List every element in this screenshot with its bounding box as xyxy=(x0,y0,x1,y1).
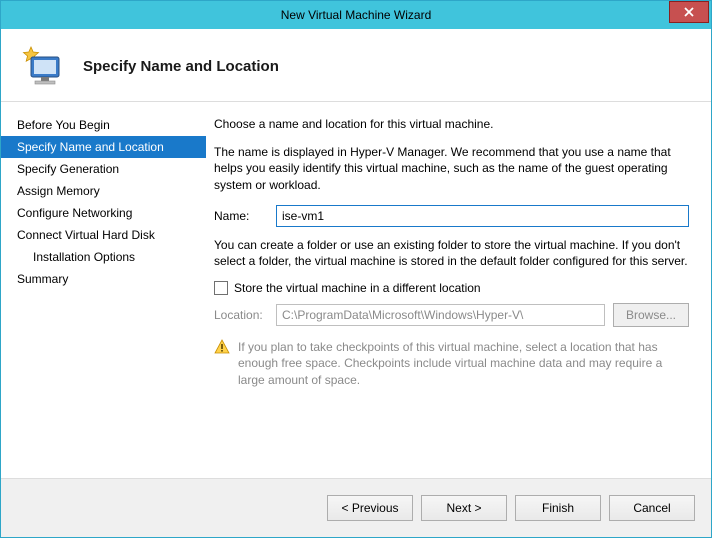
step-summary[interactable]: Summary xyxy=(1,268,206,290)
window-controls xyxy=(669,1,711,23)
warning-text: If you plan to take checkpoints of this … xyxy=(238,339,689,388)
step-connect-vhd[interactable]: Connect Virtual Hard Disk xyxy=(1,224,206,246)
folder-help-text: You can create a folder or use an existi… xyxy=(214,237,689,269)
browse-button: Browse... xyxy=(613,303,689,327)
store-location-row: Store the virtual machine in a different… xyxy=(214,281,689,295)
name-help-text: The name is displayed in Hyper-V Manager… xyxy=(214,144,689,193)
location-row: Location: Browse... xyxy=(214,303,689,327)
step-configure-networking[interactable]: Configure Networking xyxy=(1,202,206,224)
page-title: Specify Name and Location xyxy=(83,58,279,75)
close-icon xyxy=(684,7,694,17)
titlebar: New Virtual Machine Wizard xyxy=(1,1,711,29)
footer: < Previous Next > Finish Cancel xyxy=(1,479,711,537)
store-location-label: Store the virtual machine in a different… xyxy=(234,281,481,295)
intro-text: Choose a name and location for this virt… xyxy=(214,116,689,132)
warning-icon xyxy=(214,339,230,355)
name-label: Name: xyxy=(214,209,268,223)
wizard-steps: Before You Begin Specify Name and Locati… xyxy=(1,102,206,478)
finish-button[interactable]: Finish xyxy=(515,495,601,521)
wizard-window: New Virtual Machine Wizard Specify Name … xyxy=(0,0,712,538)
header: Specify Name and Location xyxy=(1,29,711,101)
cancel-button[interactable]: Cancel xyxy=(609,495,695,521)
body: Before You Begin Specify Name and Locati… xyxy=(1,101,711,479)
wizard-icon xyxy=(19,43,67,89)
step-specify-generation[interactable]: Specify Generation xyxy=(1,158,206,180)
step-assign-memory[interactable]: Assign Memory xyxy=(1,180,206,202)
close-button[interactable] xyxy=(669,1,709,23)
step-specify-name-location[interactable]: Specify Name and Location xyxy=(1,136,206,158)
main-panel: Choose a name and location for this virt… xyxy=(206,102,711,478)
name-row: Name: xyxy=(214,205,689,227)
step-before-you-begin[interactable]: Before You Begin xyxy=(1,114,206,136)
window-title: New Virtual Machine Wizard xyxy=(1,8,711,22)
step-installation-options[interactable]: Installation Options xyxy=(1,246,206,268)
store-location-checkbox[interactable] xyxy=(214,281,228,295)
location-label: Location: xyxy=(214,308,268,322)
name-input[interactable] xyxy=(276,205,689,227)
warning-row: If you plan to take checkpoints of this … xyxy=(214,339,689,388)
previous-button[interactable]: < Previous xyxy=(327,495,413,521)
location-input xyxy=(276,304,605,326)
next-button[interactable]: Next > xyxy=(421,495,507,521)
